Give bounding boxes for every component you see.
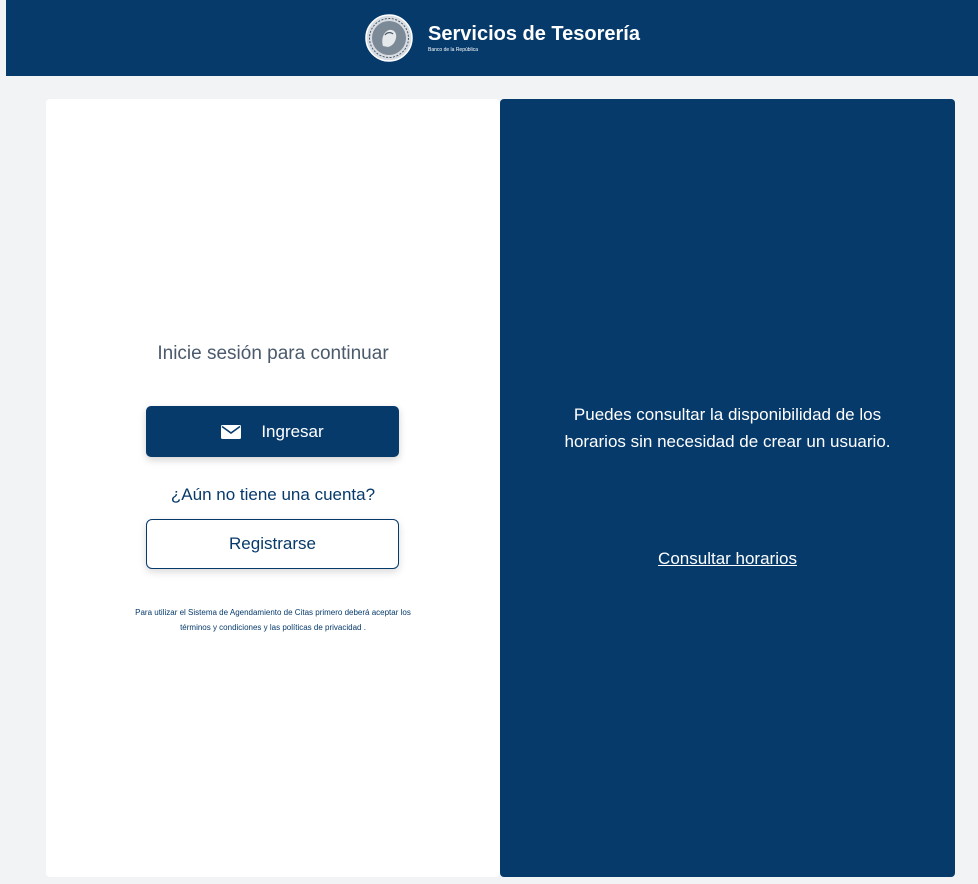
app-title: Servicios de Tesorería — [428, 22, 640, 45]
terms-line-2: términos y condiciones y las políticas d… — [180, 623, 366, 632]
mail-icon — [221, 424, 242, 439]
info-panel: Puedes consultar la disponibilidad de lo… — [500, 99, 955, 877]
app-subtitle: Banco de la República — [428, 46, 479, 53]
brand[interactable]: Servicios de Tesorería Banco de la Repúb… — [364, 13, 640, 63]
register-button[interactable]: Registrarse — [146, 519, 399, 569]
info-line-2: horarios sin necesidad de crear un usuar… — [564, 432, 891, 451]
coin-seal-icon — [365, 14, 413, 62]
availability-info: Puedes consultar la disponibilidad de lo… — [500, 401, 955, 455]
signin-prompt: Inicie sesión para continuar — [157, 343, 389, 364]
terms-line-1: Para utilizar el Sistema de Agendamiento… — [135, 608, 411, 617]
consult-schedules-link[interactable]: Consultar horarios — [500, 549, 955, 569]
no-account-text: ¿Aún no tiene una cuenta? — [170, 485, 376, 504]
terms-notice: Para utilizar el Sistema de Agendamiento… — [56, 605, 490, 635]
top-header: Servicios de Tesorería Banco de la Repúb… — [6, 0, 978, 76]
register-button-label: Registrarse — [229, 534, 316, 553]
login-button-label: Ingresar — [261, 421, 324, 441]
login-button[interactable]: Ingresar — [146, 406, 399, 457]
login-panel: Inicie sesión para continuar Ingresar ¿A… — [46, 99, 500, 877]
info-line-1: Puedes consultar la disponibilidad de lo… — [573, 405, 882, 424]
